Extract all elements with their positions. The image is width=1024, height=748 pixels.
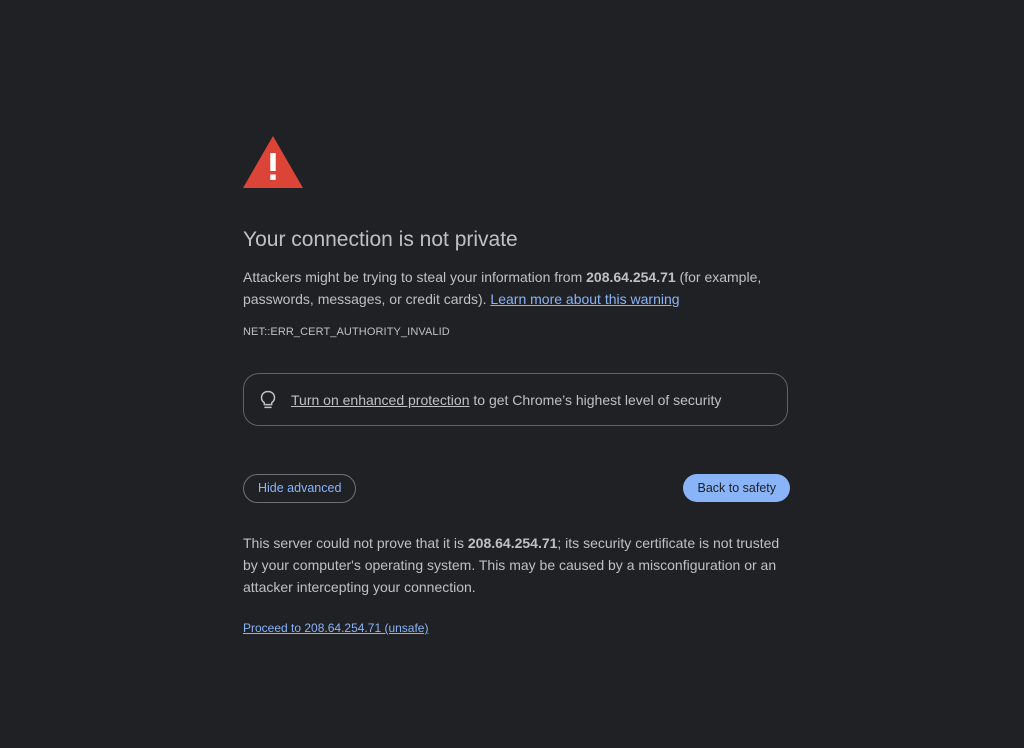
page-title: Your connection is not private xyxy=(243,228,518,251)
enhanced-protection-box: Turn on enhanced protection to get Chrom… xyxy=(243,373,788,426)
enhanced-protection-link[interactable]: Turn on enhanced protection xyxy=(291,392,470,408)
main-message-prefix: Attackers might be trying to steal your … xyxy=(243,269,587,285)
advanced-details: This server could not prove that it is 2… xyxy=(243,532,790,598)
error-code: NET::ERR_CERT_AUTHORITY_INVALID xyxy=(243,326,450,338)
details-prefix: This server could not prove that it is xyxy=(243,535,468,551)
enhanced-protection-message: Turn on enhanced protection to get Chrom… xyxy=(291,390,721,410)
main-message-host: 208.64.254.71 xyxy=(586,269,676,285)
learn-more-link[interactable]: Learn more about this warning xyxy=(490,291,679,307)
enhanced-protection-text: to get Chrome’s highest level of securit… xyxy=(469,391,722,408)
proceed-unsafe-link[interactable]: Proceed to 208.64.254.71 (unsafe) xyxy=(243,620,428,636)
interstitial-content: Your connection is not private Attackers… xyxy=(243,136,790,635)
back-to-safety-button[interactable]: Back to safety xyxy=(683,474,790,502)
details-host: 208.64.254.71 xyxy=(467,535,558,551)
lightbulb-icon xyxy=(259,390,277,410)
main-message: Attackers might be trying to steal your … xyxy=(243,266,790,310)
hide-advanced-button[interactable]: Hide advanced xyxy=(243,474,357,503)
warning-triangle-icon xyxy=(243,136,303,188)
interstitial-page: Your connection is not private Attackers… xyxy=(0,0,1024,748)
